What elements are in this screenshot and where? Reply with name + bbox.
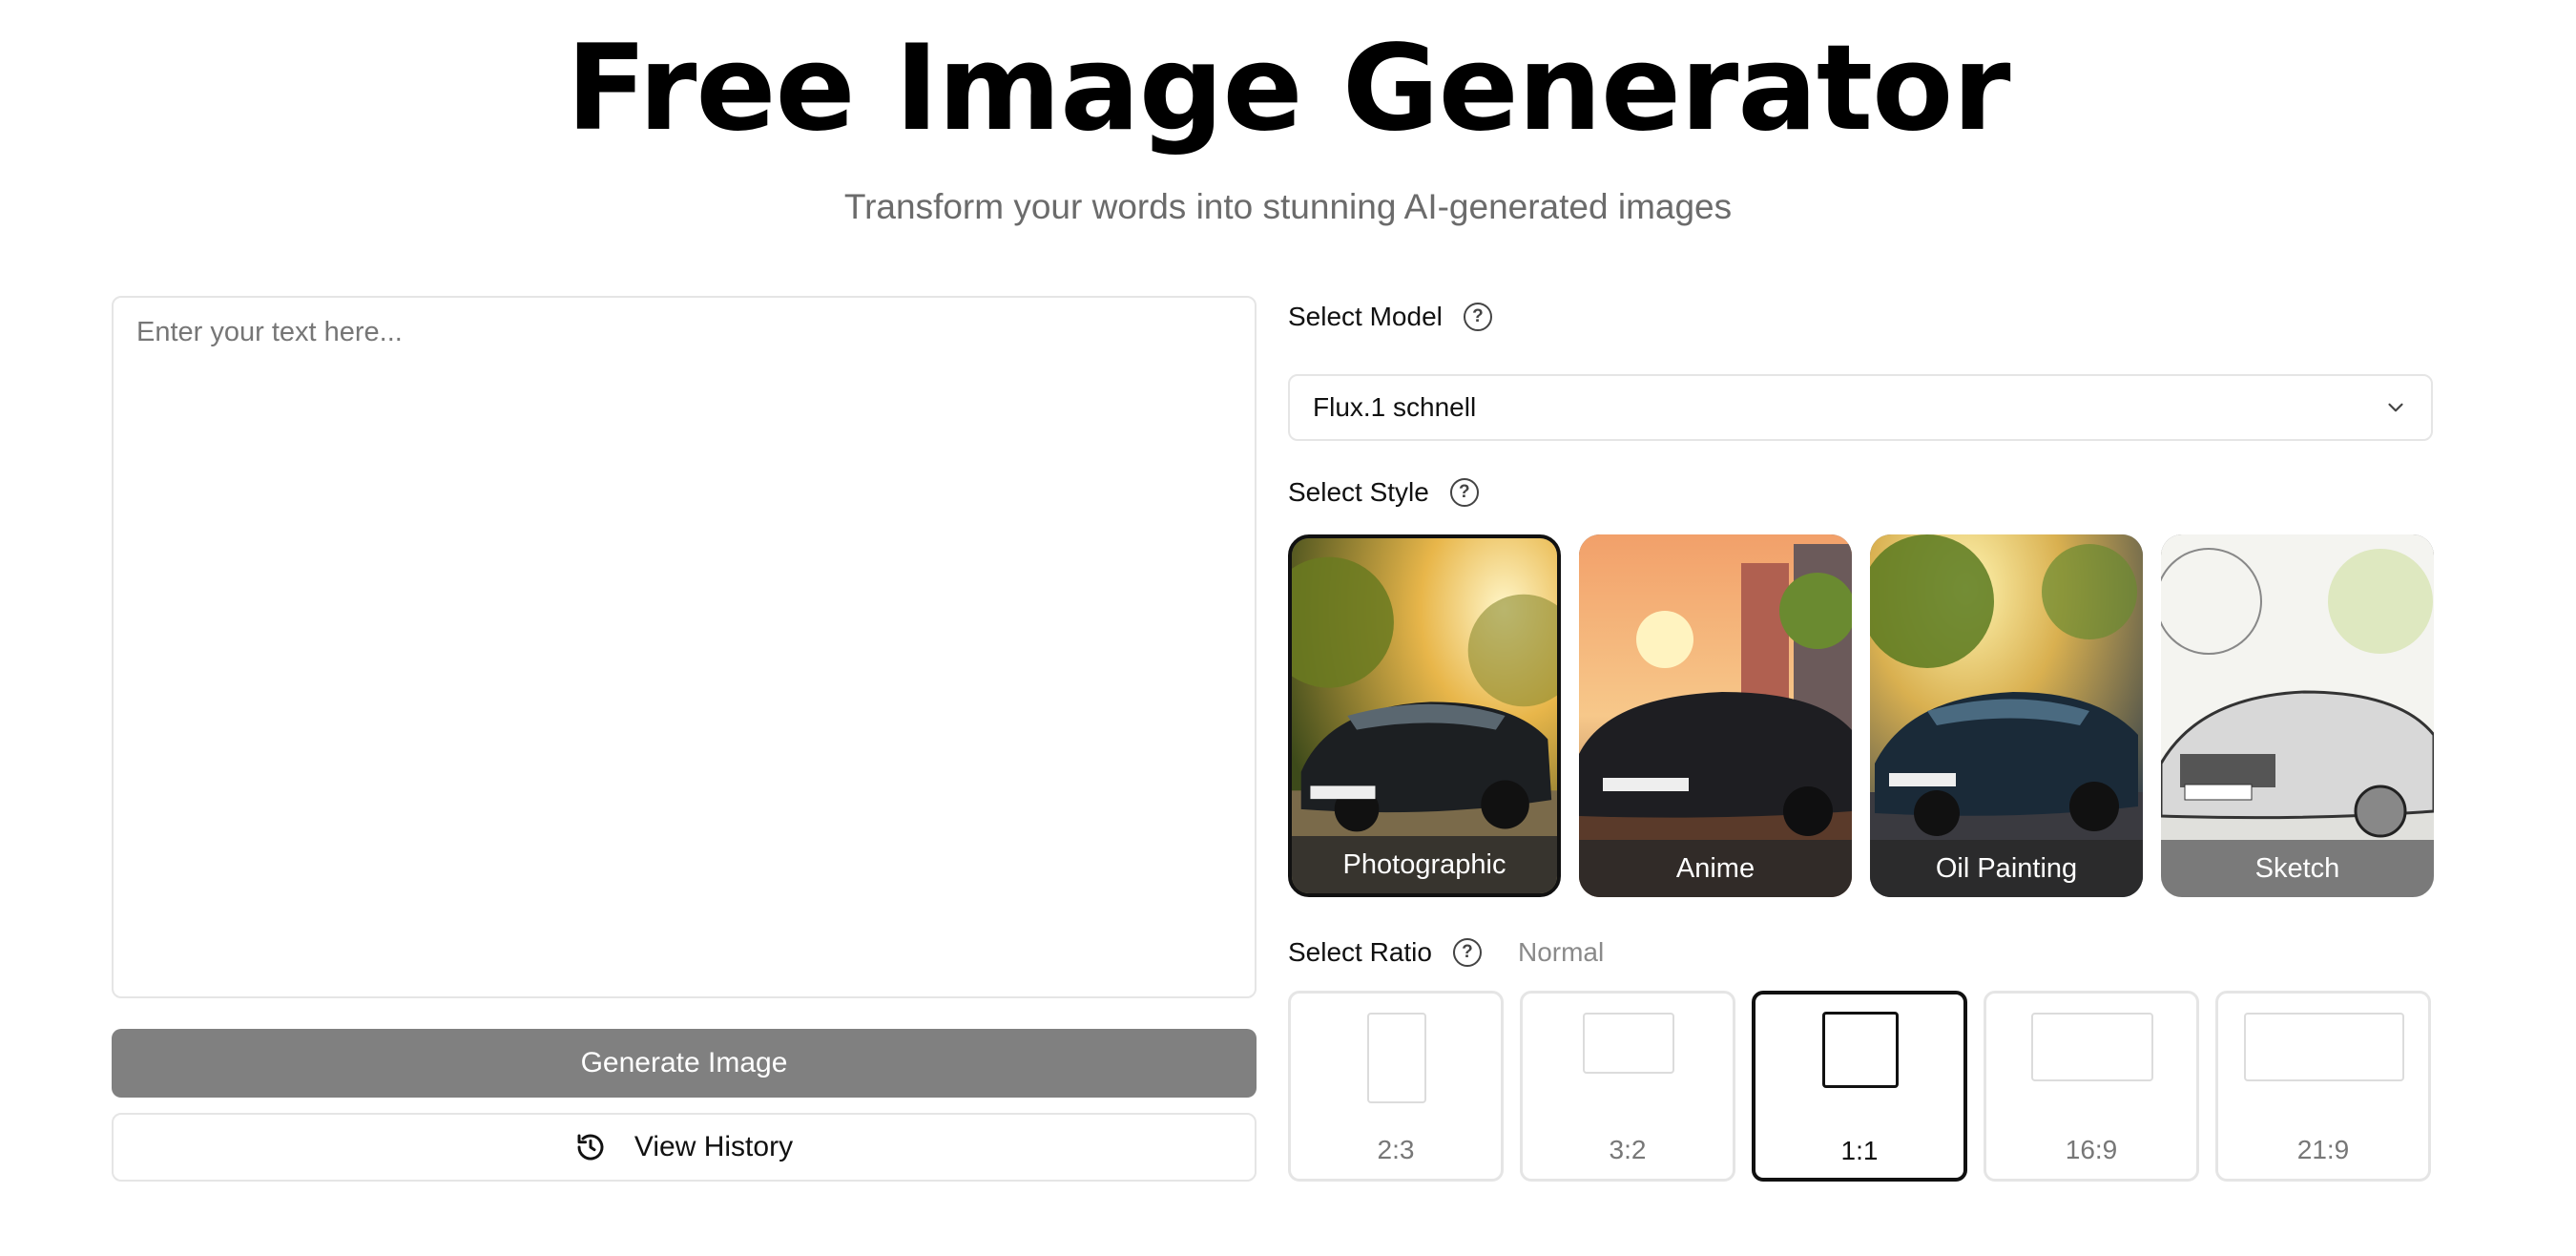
style-option-anime[interactable]: Anime <box>1579 534 1852 897</box>
style-options: Photographic Anime Oil Painting Sketch <box>1288 534 2434 897</box>
ratio-option-1-1[interactable]: 1:1 <box>1752 991 1967 1182</box>
ratio-option-3-2[interactable]: 3:2 <box>1520 991 1735 1182</box>
model-selected-value: Flux.1 schnell <box>1313 392 1477 422</box>
ratio-shape-icon <box>2031 1013 2153 1081</box>
ratio-shape-icon <box>1367 1013 1426 1103</box>
help-icon[interactable]: ? <box>1463 303 1492 331</box>
chevron-down-icon <box>2388 403 2403 412</box>
ratio-option-label: 21:9 <box>2296 1135 2350 1164</box>
model-label-row: Select Model ? <box>1288 302 1492 332</box>
view-history-label: View History <box>634 1131 794 1162</box>
ratio-label-row: Select Ratio ? Normal <box>1288 937 1604 968</box>
style-option-sketch[interactable]: Sketch <box>2161 534 2434 897</box>
page-subtitle: Transform your words into stunning AI-ge… <box>843 187 1733 226</box>
help-icon[interactable]: ? <box>1452 938 1482 967</box>
view-history-button[interactable]: View History <box>112 1113 1257 1182</box>
prompt-input[interactable] <box>114 298 1255 996</box>
prompt-box <box>112 296 1257 998</box>
page-title: Free Image Generator <box>566 20 2010 157</box>
ratio-note: Normal <box>1517 937 1605 967</box>
ratio-option-label: 3:2 <box>1609 1135 1647 1164</box>
style-option-label: Sketch <box>2161 840 2434 897</box>
style-label: Select Style <box>1288 477 1429 507</box>
generate-image-label: Generate Image <box>580 1047 788 1078</box>
style-option-oil-painting[interactable]: Oil Painting <box>1870 534 2143 897</box>
ratio-shape-icon <box>1822 1012 1899 1088</box>
ratio-label: Select Ratio <box>1288 937 1432 967</box>
style-label-row: Select Style ? <box>1288 477 1479 508</box>
ratio-shape-icon <box>2244 1013 2404 1081</box>
ratio-option-label: 2:3 <box>1377 1135 1415 1164</box>
help-icon[interactable]: ? <box>1449 478 1479 507</box>
ratio-shape-icon <box>1583 1013 1674 1074</box>
generate-image-button[interactable]: Generate Image <box>112 1029 1257 1098</box>
model-label: Select Model <box>1288 302 1443 331</box>
history-icon <box>577 1134 604 1161</box>
ratio-option-21-9[interactable]: 21:9 <box>2215 991 2431 1182</box>
style-option-label: Oil Painting <box>1870 840 2143 897</box>
model-select[interactable]: Flux.1 schnell <box>1288 374 2433 441</box>
ratio-option-2-3[interactable]: 2:3 <box>1288 991 1504 1182</box>
style-option-label: Photographic <box>1292 836 1557 893</box>
style-option-label: Anime <box>1579 840 1852 897</box>
ratio-option-16-9[interactable]: 16:9 <box>1984 991 2199 1182</box>
ratio-option-label: 16:9 <box>2065 1135 2118 1164</box>
ratio-options: 2:3 3:2 1:1 16:9 21:9 <box>1288 991 2433 1182</box>
style-option-photographic[interactable]: Photographic <box>1288 534 1561 897</box>
ratio-option-label: 1:1 <box>1840 1136 1879 1165</box>
